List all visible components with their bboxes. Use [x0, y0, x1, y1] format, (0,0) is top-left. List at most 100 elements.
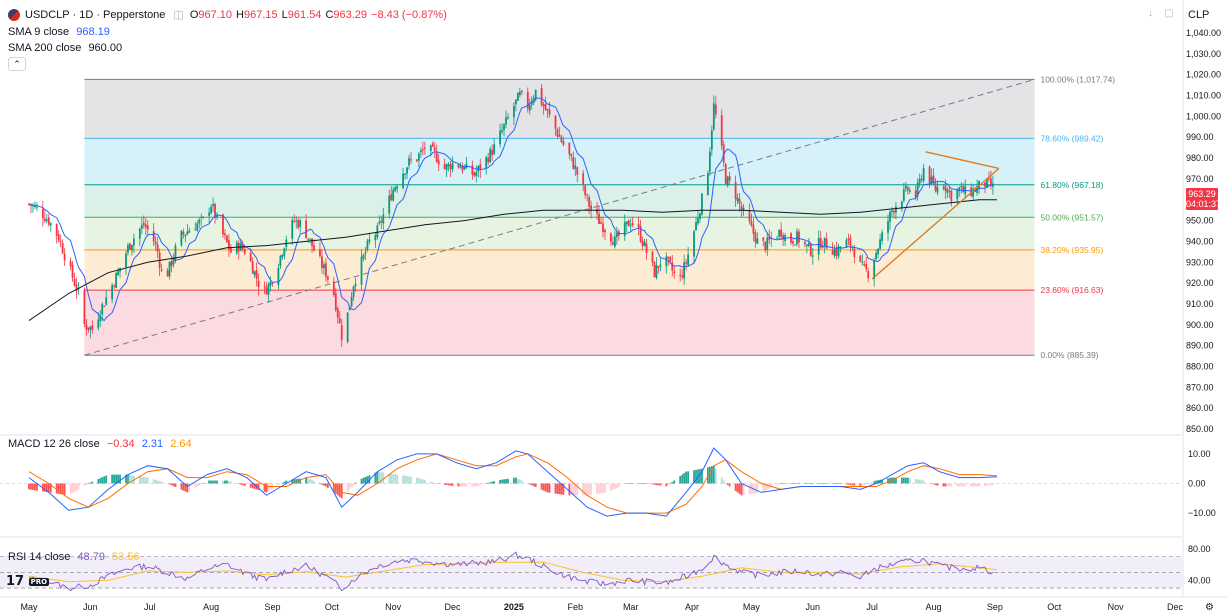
macd-histogram-bar — [99, 478, 102, 484]
candle-body — [281, 254, 284, 258]
eye-icon[interactable]: ◫ — [173, 8, 183, 21]
candle-body — [263, 286, 266, 288]
maximize-icon[interactable]: ▢ — [1164, 8, 1173, 19]
time-axis-tick: Dec — [1167, 602, 1184, 612]
macd-histogram-bar — [821, 483, 824, 484]
macd-histogram-bar — [348, 483, 351, 490]
macd-histogram-bar — [111, 474, 114, 484]
macd-histogram-bar — [948, 483, 951, 487]
candle-body — [499, 130, 501, 145]
macd-histogram-bar — [558, 483, 561, 495]
macd-histogram-bar — [354, 482, 357, 484]
macd-histogram-bar — [394, 474, 397, 484]
macd-histogram-bar — [499, 479, 501, 484]
candle-body — [388, 195, 391, 214]
candle-body — [378, 221, 381, 224]
macd-histogram-bar — [641, 483, 644, 484]
macd-histogram-bar — [146, 477, 149, 484]
macd-histogram-bar — [433, 482, 436, 484]
macd-histogram-bar — [228, 481, 230, 484]
rsi-legend[interactable]: RSI 14 close 48.79 53.56 — [8, 551, 144, 563]
candle-body — [865, 264, 868, 270]
macd-histogram-bar — [643, 483, 646, 484]
macd-histogram-bar — [170, 483, 173, 486]
tradingview-logo[interactable]: 17 PRO — [6, 574, 50, 589]
candle-body — [170, 261, 173, 267]
macd-histogram-bar — [681, 474, 684, 484]
last-price-badge: 963.29 04:01:37 — [1186, 188, 1222, 210]
settings-gear-icon[interactable]: ⚙ — [1205, 602, 1214, 613]
macd-histogram-bar — [748, 483, 751, 495]
macd-histogram-bar — [418, 478, 420, 484]
candle-body — [944, 185, 947, 191]
macd-histogram-bar — [679, 476, 682, 484]
sma9-label: SMA 9 close — [8, 26, 70, 38]
macd-histogram-bar — [158, 481, 161, 484]
macd-histogram-bar — [986, 483, 988, 486]
candle-body — [154, 241, 157, 245]
macd-histogram-bar — [91, 481, 94, 484]
candle-body — [817, 237, 820, 255]
chart-canvas[interactable]: 100.00% (1,017.74) 78.60% (989.42) 61.80% … — [0, 0, 1227, 615]
currency-label[interactable]: CLP — [1188, 9, 1209, 21]
macd-histogram-bar — [396, 474, 399, 484]
time-axis-tick: Jun — [806, 602, 821, 612]
candle-body — [615, 232, 618, 238]
macd-histogram-bar — [972, 483, 975, 487]
download-icon[interactable]: ↓ — [1148, 8, 1153, 19]
macd-histogram-bar — [323, 483, 325, 486]
sma200-legend[interactable]: SMA 200 close 960.00 — [8, 42, 126, 54]
candle-body — [97, 319, 100, 329]
candle-body — [319, 249, 321, 256]
macd-histogram-bar — [756, 483, 759, 493]
candle-body — [697, 218, 699, 224]
macd-histogram-bar — [900, 477, 903, 484]
candle-body — [726, 176, 729, 186]
macd-histogram-bar — [83, 483, 86, 486]
macd-histogram-bar — [863, 483, 866, 485]
countdown-value: 04:01:37 — [1186, 199, 1222, 209]
candle-body — [323, 264, 325, 269]
macd-histogram-bar — [568, 483, 571, 496]
candle-body — [249, 252, 252, 262]
symbol-title[interactable]: USDCLP · 1D · Pepperstone — [25, 9, 165, 21]
macd-histogram-bar — [685, 471, 688, 484]
candle-body — [600, 222, 602, 224]
macd-histogram-bar — [714, 468, 717, 484]
sma9-legend[interactable]: SMA 9 close 968.19 — [8, 26, 114, 38]
macd-histogram-bar — [851, 483, 854, 486]
candle-body — [895, 206, 897, 213]
macd-histogram-bar — [803, 483, 806, 484]
macd-histogram-bar — [429, 481, 432, 484]
macd-histogram-bar — [404, 475, 406, 484]
macd-histogram-bar — [540, 483, 543, 490]
candle-body — [766, 237, 769, 250]
candle-body — [544, 104, 547, 110]
price-axis-tick: 850.00 — [1186, 424, 1214, 434]
macd-histogram-bar — [794, 483, 796, 484]
candle-body — [613, 236, 616, 247]
macd-histogram-bar — [734, 483, 737, 491]
candle-body — [346, 312, 349, 342]
macd-histogram-bar — [77, 483, 80, 490]
macd-histogram-bar — [350, 483, 353, 488]
macd-histogram-bar — [279, 483, 282, 485]
macd-histogram-bar — [319, 483, 321, 484]
macd-histogram-bar — [235, 483, 238, 484]
macd-histogram-bar — [202, 482, 205, 484]
candle-body — [847, 239, 850, 241]
macd-histogram-bar — [914, 479, 917, 484]
collapse-legend-button[interactable]: ⌃ — [8, 57, 26, 71]
macd-histogram-bar — [465, 483, 468, 487]
macd-histogram-bar — [934, 483, 937, 485]
candle-body — [265, 287, 268, 295]
candle-body — [142, 222, 145, 226]
candle-body — [73, 279, 76, 286]
macd-legend[interactable]: MACD 12 26 close −0.34 2.31 2.64 — [8, 438, 196, 450]
macd-histogram-bar — [115, 474, 117, 484]
candle-body — [645, 243, 648, 253]
macd-histogram-bar — [281, 482, 284, 484]
candle-body — [34, 205, 36, 208]
macd-histogram-bar — [974, 483, 976, 487]
high-value: 967.15 — [244, 8, 278, 21]
